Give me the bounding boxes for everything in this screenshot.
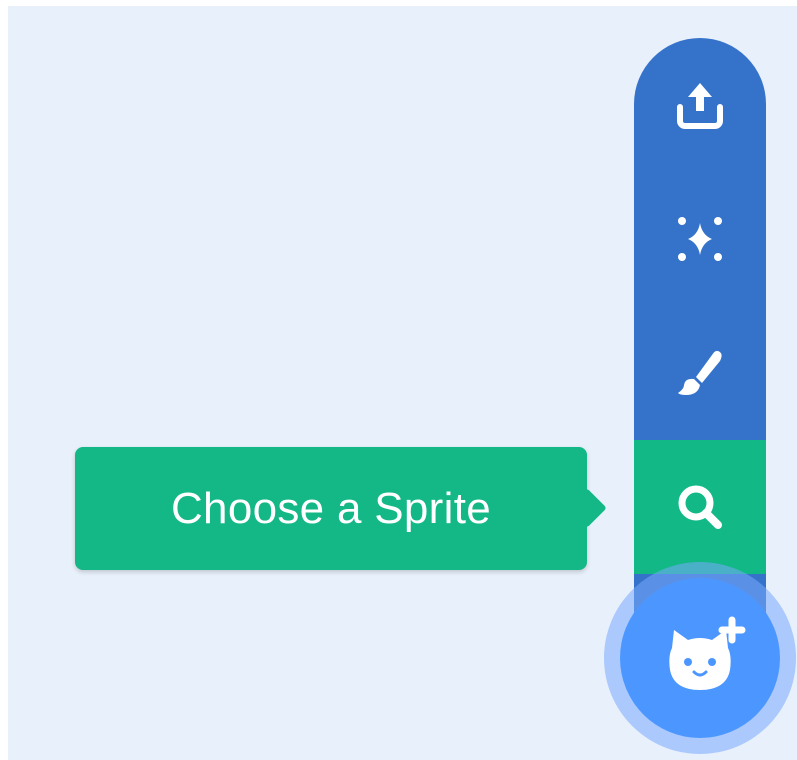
upload-sprite-button[interactable]	[634, 38, 766, 172]
add-sprite-cat-icon	[669, 616, 746, 690]
paint-brush-icon	[678, 350, 722, 395]
upload-icon	[677, 83, 723, 129]
surprise-sprite-button[interactable]	[634, 172, 766, 306]
add-sprite-button[interactable]	[620, 578, 780, 738]
sprite-pane-background: Choose a Sprite	[8, 6, 797, 760]
surprise-sparkle-icon	[678, 217, 722, 261]
choose-sprite-button[interactable]	[634, 440, 766, 574]
tooltip-arrow	[567, 488, 607, 528]
sprite-menu	[634, 38, 766, 638]
search-icon	[678, 485, 722, 529]
paint-sprite-button[interactable]	[634, 306, 766, 440]
choose-sprite-tooltip: Choose a Sprite	[75, 447, 607, 570]
tooltip-label: Choose a Sprite	[170, 483, 492, 533]
